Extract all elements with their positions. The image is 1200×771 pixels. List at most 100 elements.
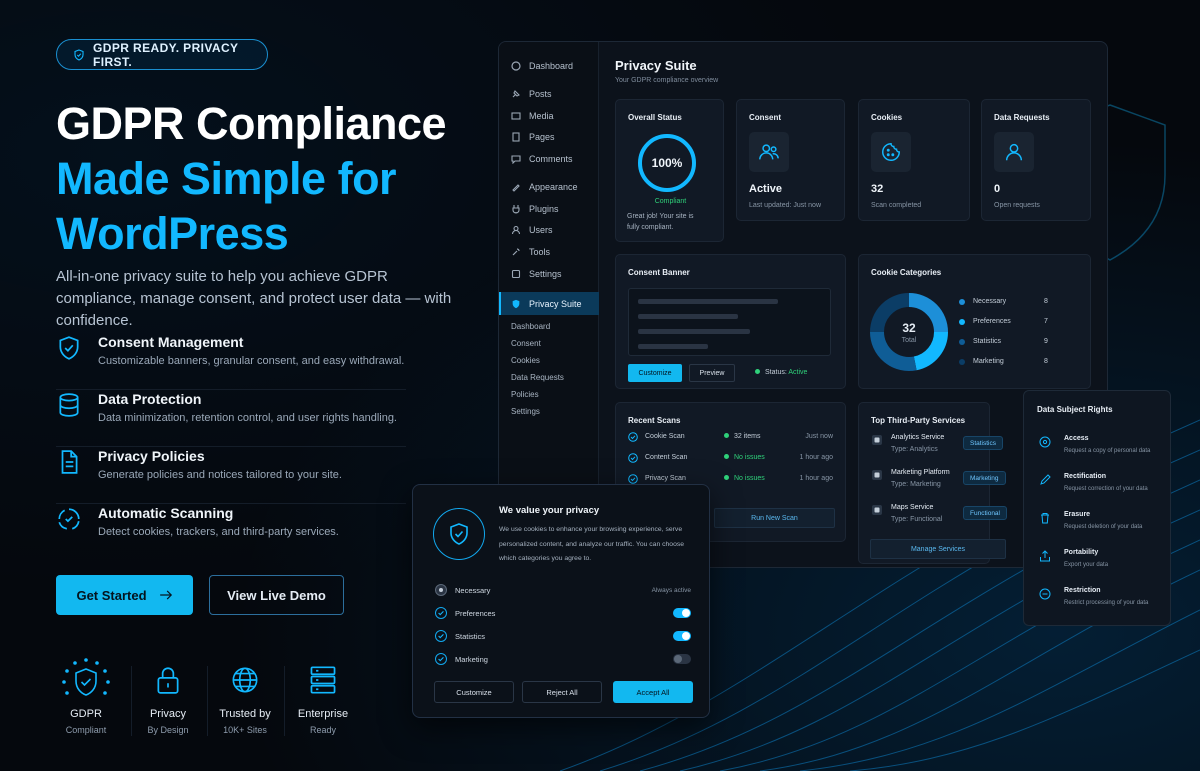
banner-preview-button[interactable]: Preview	[689, 364, 735, 382]
feature-desc: Data minimization, retention control, an…	[98, 412, 397, 424]
subnav-settings[interactable]: Settings	[511, 407, 540, 416]
subnav-cookies[interactable]: Cookies	[511, 356, 540, 365]
card-title: Cookie Categories	[871, 268, 942, 277]
consent-value: Active	[749, 183, 783, 195]
feature-privacy-policies: Privacy Policies Generate policies and no…	[56, 448, 406, 504]
banner-customize-label: Customize	[638, 369, 672, 377]
subnav-policies[interactable]: Policies	[511, 390, 539, 399]
sidebar-item-pages[interactable]: Pages	[511, 132, 555, 142]
subnav-data-requests[interactable]: Data Requests	[511, 373, 564, 382]
users-icon	[759, 144, 779, 160]
sidebar-item-tools[interactable]: Tools	[511, 247, 550, 257]
feature-title: Automatic Scanning	[98, 505, 234, 521]
scan-name: Cookie Scan	[645, 433, 685, 440]
hero-title-line2: Made Simple for	[56, 153, 397, 204]
check-circle-icon	[628, 474, 638, 484]
scan-result-text: No issues	[734, 475, 765, 482]
popup-title: We value your privacy	[499, 505, 600, 516]
category-name: Necessary	[973, 298, 1007, 305]
service-type: Type: Analytics	[891, 446, 938, 453]
right-desc: Restrict processing of your data	[1064, 600, 1149, 606]
right-title: Rectification	[1064, 473, 1107, 480]
sidebar-item-label: Comments	[529, 154, 573, 164]
badge-line2: 10K+ Sites	[223, 725, 267, 735]
category-count: 7	[1044, 318, 1048, 325]
check-circle-icon	[435, 630, 447, 642]
sidebar-item-label: Media	[529, 111, 554, 121]
hero-title-line1: GDPR Compliance	[56, 98, 447, 149]
sidebar-item-label: Users	[529, 225, 553, 235]
right-portability[interactable]: Portability Export your data	[1037, 549, 1167, 581]
sidebar-item-settings[interactable]: Settings	[511, 269, 562, 279]
scan-result-text: 32 items	[734, 433, 761, 440]
popup-customize-button[interactable]: Customize	[434, 681, 514, 703]
category-name: Marketing	[973, 358, 1004, 365]
run-new-scan-label: Run New Scan	[751, 514, 798, 522]
accept-all-label: Accept All	[636, 687, 670, 697]
sidebar-item-label: Dashboard	[529, 61, 574, 71]
sidebar-item-privacy-suite[interactable]: Privacy Suite	[499, 292, 599, 315]
sidebar-item-label: Posts	[529, 89, 552, 99]
banner-status-value: Active	[788, 369, 808, 376]
subnav-consent[interactable]: Consent	[511, 339, 541, 348]
accept-all-button[interactable]: Accept All	[613, 681, 693, 703]
right-erasure[interactable]: Erasure Request deletion of your data	[1037, 511, 1167, 543]
right-desc: Request correction of your data	[1064, 486, 1148, 492]
scan-result: No issues	[724, 475, 765, 482]
right-title: Access	[1064, 435, 1089, 442]
right-restriction[interactable]: Restriction Restrict processing of your d…	[1037, 587, 1167, 619]
sidebar-item-appearance[interactable]: Appearance	[511, 182, 578, 192]
scan-result: No issues	[724, 454, 765, 461]
subnav-dashboard[interactable]: Dashboard	[511, 322, 550, 331]
consent-toggle[interactable]	[673, 654, 691, 664]
media-icon	[511, 112, 521, 120]
view-live-demo-button[interactable]: View Live Demo	[209, 575, 344, 615]
run-new-scan-button[interactable]: Run New Scan	[714, 508, 835, 528]
overall-percent: 100%	[651, 156, 683, 170]
hero-title: GDPR Compliance Made Simple for WordPres…	[56, 96, 447, 261]
sidebar-item-dashboard[interactable]: Dashboard	[511, 61, 573, 71]
locked-check-icon	[435, 584, 447, 596]
sidebar-item-comments[interactable]: Comments	[511, 154, 573, 164]
consent-toggle[interactable]	[673, 608, 691, 618]
consent-category-name: Necessary	[455, 585, 491, 595]
right-rectification[interactable]: Rectification Request correction of your …	[1037, 473, 1167, 505]
consent-category-name: Preferences	[455, 608, 496, 618]
sidebar-item-plugins[interactable]: Plugins	[511, 204, 559, 214]
card-title: Top Third-Party Services	[871, 416, 966, 425]
consent-category-name: Marketing	[455, 654, 488, 664]
right-desc: Request a copy of personal data	[1064, 448, 1151, 454]
scan-name: Privacy Scan	[645, 475, 686, 482]
category-count: 9	[1044, 338, 1048, 345]
hero-badge-text: GDPR READY. PRIVACY FIRST.	[93, 40, 239, 69]
pin-icon	[512, 90, 520, 98]
requests-note: Open requests	[994, 202, 1040, 209]
scan-result: 32 items	[724, 433, 760, 440]
service-type: Type: Functional	[891, 516, 943, 523]
sidebar-item-label: Plugins	[529, 204, 559, 214]
badge-line1: Enterprise	[297, 708, 349, 720]
badge-line1: Trusted by	[219, 708, 271, 720]
reject-all-button[interactable]: Reject All	[522, 681, 602, 703]
check-circle-icon	[628, 432, 638, 442]
scan-result-text: No issues	[734, 454, 765, 461]
sidebar-item-label: Pages	[529, 132, 555, 142]
service-icon	[872, 435, 882, 445]
sidebar-item-media[interactable]: Media	[511, 111, 554, 121]
sidebar-item-label: Tools	[529, 247, 551, 257]
manage-services-button[interactable]: Manage Services	[870, 539, 1006, 559]
consent-toggle[interactable]	[673, 631, 691, 641]
sidebar-item-label: Appearance	[529, 182, 578, 192]
page-title: Privacy Suite	[615, 58, 697, 73]
sidebar-item-users[interactable]: Users	[511, 225, 553, 235]
view-demo-label: View Live Demo	[227, 587, 326, 603]
banner-customize-button[interactable]: Customize	[628, 364, 682, 382]
check-circle-icon	[628, 453, 638, 463]
scan-time: Just now	[805, 433, 833, 440]
page-icon	[512, 132, 520, 142]
get-started-button[interactable]: Get Started	[56, 575, 193, 615]
feature-scanning: Automatic Scanning Detect cookies, tracke…	[56, 505, 406, 561]
right-access[interactable]: Access Request a copy of personal data	[1037, 435, 1167, 467]
sidebar-item-posts[interactable]: Posts	[511, 89, 552, 99]
badge-enterprise: Enterprise Ready	[285, 658, 361, 735]
